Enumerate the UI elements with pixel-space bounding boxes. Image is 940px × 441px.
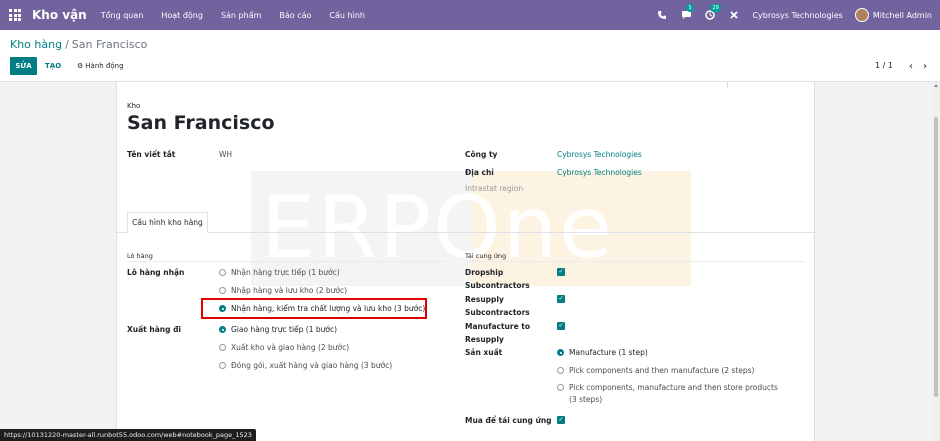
user-avatar[interactable] — [854, 8, 869, 22]
form-view: ERPOne Kho San Francisco Tên viết tắt WH… — [0, 82, 932, 441]
scrollbar-thumb[interactable] — [934, 117, 938, 397]
section-divider — [127, 261, 447, 262]
highlight-box — [201, 298, 427, 319]
menu-overview[interactable]: Tổng quan — [101, 11, 144, 20]
breadcrumb: Kho hàng / San Francisco — [10, 38, 147, 51]
scrollbar[interactable] — [932, 82, 940, 441]
pager-value[interactable]: 1 / 1 — [875, 61, 893, 70]
activity-icon[interactable]: 29 — [704, 4, 721, 21]
resupply-section-title: Tái cung ứng — [465, 252, 507, 260]
control-panel: Kho hàng / San Francisco SỬA TẠO ⚙ Hành độ… — [0, 30, 940, 82]
manufacture-option-3[interactable]: Pick components, manufacture and then st… — [557, 383, 778, 392]
incoming-shipments-label: Lô hàng nhận — [127, 268, 185, 277]
outgoing-shipments-label: Xuất hàng đi — [127, 325, 182, 334]
manufacture-label: Sản xuất — [465, 348, 503, 357]
activity-badge: 29 — [710, 4, 721, 12]
pager-nav: ‹ › — [904, 59, 932, 73]
tab-warehouse-configuration[interactable]: Cấu hình kho hàng — [127, 212, 208, 233]
link-status-bar: https://10131220-master-all.runbot55.odo… — [0, 429, 256, 441]
radio-button[interactable] — [557, 367, 564, 374]
address-label: Địa chỉ — [465, 168, 494, 177]
outgoing-option-1[interactable]: Giao hàng trực tiếp (1 bước) — [219, 325, 337, 334]
record-type-label: Kho — [127, 102, 141, 110]
tab-bar — [117, 232, 816, 233]
manufacture-to-resupply-label: Manufacture to Resupply — [465, 322, 531, 344]
phone-icon[interactable] — [656, 9, 668, 21]
incoming-option-2[interactable]: Nhập hàng và lưu kho (2 bước) — [219, 286, 347, 295]
create-button[interactable]: TẠO — [45, 57, 61, 75]
menu-configuration[interactable]: Cấu hình — [329, 11, 365, 20]
option-label: Nhập hàng và lưu kho (2 bước) — [231, 286, 348, 295]
menu-operations[interactable]: Hoạt động — [161, 11, 203, 20]
radio-button[interactable] — [219, 269, 226, 276]
chevron-right-icon[interactable]: › — [918, 59, 932, 73]
short-name-label: Tên viết tắt — [127, 150, 176, 159]
company-link[interactable]: Cybrosys Technologies — [557, 150, 642, 159]
option-label: Giao hàng trực tiếp (1 bước) — [231, 325, 338, 334]
apps-menu-icon[interactable] — [9, 8, 23, 22]
menu-products[interactable]: Sản phẩm — [221, 11, 261, 20]
radio-button[interactable] — [557, 384, 564, 391]
tools-icon[interactable] — [728, 9, 740, 21]
breadcrumb-current: San Francisco — [71, 38, 148, 51]
option-label: Nhận hàng trực tiếp (1 bước) — [231, 268, 340, 277]
radio-button-selected[interactable] — [219, 326, 226, 333]
breadcrumb-warehouses[interactable]: Kho hàng — [10, 38, 62, 51]
gear-icon: ⚙ — [77, 62, 84, 70]
radio-button[interactable] — [219, 362, 226, 369]
scroll-up-icon[interactable] — [934, 84, 938, 87]
radio-button-selected[interactable] — [557, 349, 564, 356]
intrastat-region-field[interactable]: Intrastat region — [465, 184, 523, 193]
manufacture-option-1[interactable]: Manufacture (1 step) — [557, 348, 648, 357]
chat-icon[interactable]: 5 — [680, 4, 694, 21]
action-label: Hành động — [85, 62, 124, 70]
warehouse-name: San Francisco — [127, 112, 275, 134]
resupply-subcontractors-label: Resupply Subcontractors — [465, 295, 530, 317]
option-label: Đóng gói, xuất hàng và giao hàng (3 bước… — [231, 361, 393, 370]
form-sheet: ERPOne Kho San Francisco Tên viết tắt WH… — [116, 82, 816, 441]
radio-button[interactable] — [219, 344, 226, 351]
option-label: Xuất kho và giao hàng (2 bước) — [231, 343, 350, 352]
company-label: Công ty — [465, 150, 498, 159]
top-navbar: Kho vận Tổng quan Hoạt động Sản phẩm Báo… — [0, 0, 940, 30]
section-divider — [465, 261, 805, 262]
dropship-subcontractors-checkbox[interactable]: ✓ — [557, 268, 565, 276]
option-label: Manufacture (1 step) — [569, 348, 648, 357]
user-menu[interactable]: Mitchell Admin — [873, 11, 932, 20]
option-label: Pick components, manufacture and then st… — [569, 383, 778, 392]
address-link[interactable]: Cybrosys Technologies — [557, 168, 642, 177]
buy-to-resupply-checkbox[interactable]: ✓ — [557, 416, 565, 424]
radio-button[interactable] — [219, 287, 226, 294]
shipments-section-title: Lô hàng — [127, 252, 153, 260]
manufacture-option-2[interactable]: Pick components and then manufacture (2 … — [557, 366, 754, 375]
incoming-option-1[interactable]: Nhận hàng trực tiếp (1 bước) — [219, 268, 340, 277]
short-name-value: WH — [219, 150, 233, 159]
action-button[interactable]: ⚙ Hành động — [77, 57, 124, 75]
outgoing-option-2[interactable]: Xuất kho và giao hàng (2 bước) — [219, 343, 349, 352]
option-label-continued: (3 steps) — [569, 395, 603, 404]
company-switcher[interactable]: Cybrosys Technologies — [752, 11, 842, 20]
chat-badge: 5 — [686, 4, 694, 12]
resupply-subcontractors-checkbox[interactable]: ✓ — [557, 295, 565, 303]
edit-button[interactable]: SỬA — [10, 57, 37, 75]
manufacture-to-resupply-checkbox[interactable]: ✓ — [557, 322, 565, 330]
menu-reporting[interactable]: Báo cáo — [279, 11, 311, 20]
option-label: Pick components and then manufacture (2 … — [569, 366, 755, 375]
breadcrumb-separator: / — [65, 38, 69, 51]
chevron-left-icon[interactable]: ‹ — [904, 59, 918, 73]
dropship-subcontractors-label: Dropship Subcontractors — [465, 268, 530, 290]
app-brand[interactable]: Kho vận — [32, 8, 87, 22]
outgoing-option-3[interactable]: Đóng gói, xuất hàng và giao hàng (3 bước… — [219, 361, 392, 370]
buy-to-resupply-label: Mua để tái cung ứng — [465, 416, 552, 425]
divider — [727, 82, 728, 88]
